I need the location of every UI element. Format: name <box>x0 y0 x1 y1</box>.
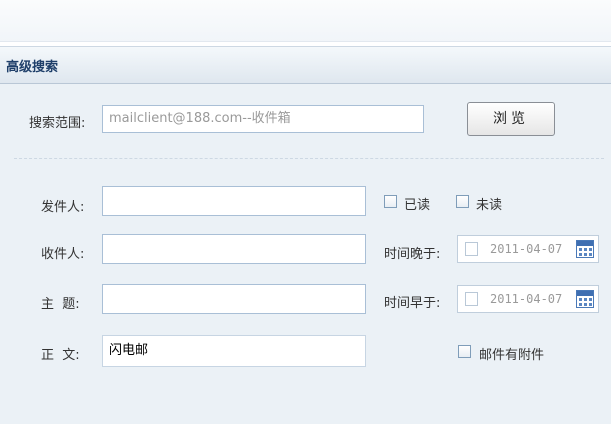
browse-button[interactable]: 浏览 <box>467 102 555 136</box>
subject-input[interactable] <box>102 284 366 314</box>
search-scope-field[interactable]: mailclient@188.com--收件箱 <box>102 105 424 133</box>
later-than-label: 时间晚于: <box>384 247 441 262</box>
unread-checkbox[interactable] <box>456 195 469 208</box>
has-attachment-checkbox[interactable] <box>458 345 471 358</box>
later-than-date-value: 2011-04-07 <box>490 242 563 256</box>
recipient-label: 收件人: <box>41 247 85 262</box>
body-text-input[interactable]: 闪电邮 <box>102 335 366 367</box>
unread-label: 未读 <box>476 198 503 213</box>
earlier-than-label: 时间早于: <box>384 296 441 311</box>
panel-title: 高级搜索 <box>6 60 59 75</box>
read-label: 已读 <box>404 198 431 213</box>
earlier-than-date-value: 2011-04-07 <box>490 292 563 306</box>
search-scope-label: 搜索范围: <box>29 116 86 131</box>
calendar-icon[interactable] <box>576 240 594 258</box>
body-text-label: 正 文: <box>41 348 80 363</box>
sender-label: 发件人: <box>41 200 85 215</box>
subject-label: 主 题: <box>41 297 80 312</box>
earlier-than-date-input[interactable]: 2011-04-07 <box>457 285 599 313</box>
later-than-checkbox[interactable] <box>465 242 478 256</box>
sender-input[interactable] <box>102 186 366 216</box>
panel-header: 高级搜索 <box>0 46 611 84</box>
top-toolbar-strip <box>0 0 611 42</box>
section-divider <box>14 158 604 159</box>
has-attachment-label: 邮件有附件 <box>479 348 545 363</box>
recipient-input[interactable] <box>102 234 366 264</box>
advanced-search-page: 高级搜索 搜索范围: mailclient@188.com--收件箱 浏览 发件… <box>0 0 611 424</box>
later-than-date-input[interactable]: 2011-04-07 <box>457 235 599 263</box>
read-checkbox[interactable] <box>384 195 397 208</box>
calendar-icon[interactable] <box>576 290 594 308</box>
earlier-than-checkbox[interactable] <box>465 292 478 306</box>
